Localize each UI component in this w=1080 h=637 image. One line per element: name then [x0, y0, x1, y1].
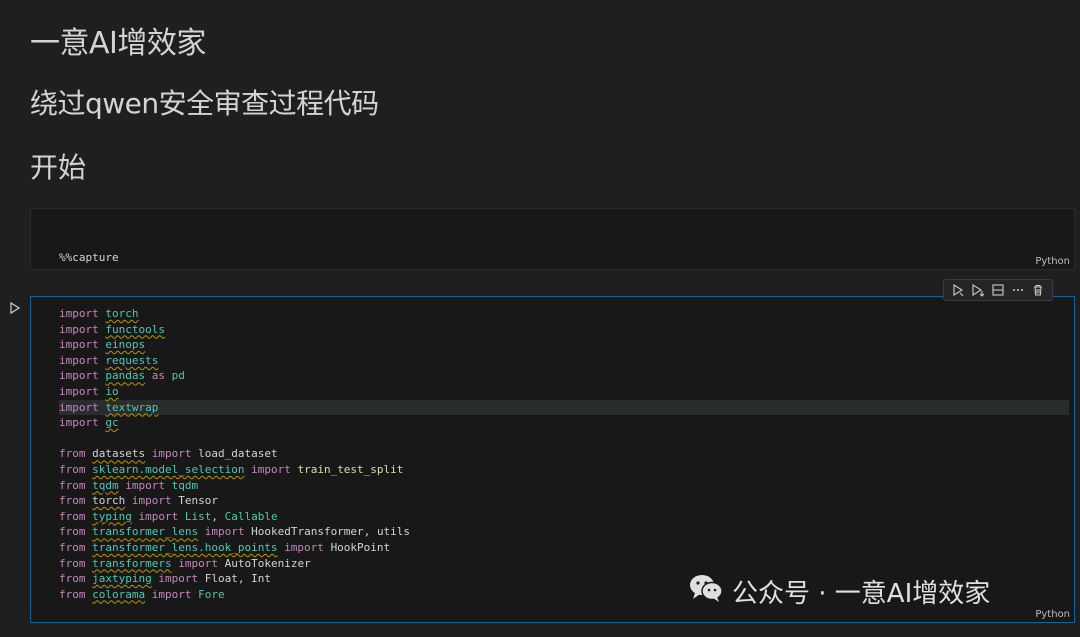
- code-line: %%capture: [59, 251, 119, 265]
- keyword: import: [59, 322, 99, 336]
- code-line: import textwrap: [59, 399, 1069, 416]
- imported-name: HookedTransformer: [251, 525, 364, 539]
- imported-name: Callable: [224, 509, 278, 523]
- imported-name: AutoTokenizer: [224, 556, 311, 570]
- module-name: colorama: [92, 587, 146, 601]
- code-line: from datasets import load_dataset: [59, 446, 1069, 462]
- watermark-text: 公众号 · 一意AI增效家: [732, 579, 991, 609]
- keyword: from: [59, 494, 86, 508]
- module-name: functools: [105, 322, 165, 336]
- keyword: from: [59, 556, 86, 570]
- markdown-title: 一意AI增效家: [30, 26, 206, 61]
- module-name: torch: [105, 307, 139, 320]
- keyword: import: [204, 525, 245, 539]
- imported-name: train_test_split: [297, 462, 404, 476]
- keyword: import: [125, 478, 165, 492]
- code-line: import gc: [59, 415, 1069, 431]
- keyword: import: [151, 587, 192, 601]
- keyword: import: [59, 400, 99, 414]
- keyword: import: [131, 494, 172, 508]
- imported-name: Int: [251, 572, 271, 586]
- keyword: import: [59, 369, 99, 383]
- code-line: from sklearn.model_selection import trai…: [59, 462, 1069, 478]
- code-line: from torch import Tensor: [59, 493, 1069, 509]
- cell-toolbar: [943, 279, 1053, 301]
- code-line: from typing import List, Callable: [59, 509, 278, 523]
- keyword: import: [59, 338, 99, 352]
- execute-above-icon[interactable]: [970, 282, 986, 298]
- keyword: import: [59, 416, 99, 430]
- keyword: from: [59, 587, 86, 601]
- code-line: import torch: [59, 306, 1069, 322]
- delete-cell-icon[interactable]: [1030, 282, 1046, 298]
- code-line: import einops: [59, 337, 1069, 353]
- keyword: import: [178, 556, 218, 570]
- module-name: transformers: [92, 556, 172, 570]
- module-alias: pd: [171, 369, 185, 383]
- code-line: import pandas as pd: [59, 368, 1069, 384]
- module-name: typing: [92, 509, 132, 523]
- keyword: import: [59, 384, 99, 398]
- keyword: from: [59, 462, 86, 476]
- imported-name: Fore: [198, 587, 225, 601]
- code-line: from transformer_lens.hook_points import…: [59, 540, 1069, 556]
- module-name: torch: [92, 494, 126, 508]
- module-name: io: [105, 384, 119, 398]
- imported-name: Tensor: [178, 494, 218, 508]
- keyword: import: [59, 353, 99, 367]
- code-line: import requests: [59, 353, 1069, 369]
- imported-name: utils: [376, 525, 411, 539]
- module-name: sklearn.model_selection: [92, 462, 245, 476]
- code-editor[interactable]: import torch import functools import einop…: [59, 306, 1069, 602]
- keyword: from: [59, 525, 86, 539]
- imported-name: tqdm: [171, 478, 199, 492]
- module-name: jaxtyping: [92, 572, 152, 586]
- keyword: import: [158, 572, 199, 586]
- run-cell-icon[interactable]: [9, 300, 21, 315]
- code-line: import io: [59, 384, 1069, 400]
- keyword: import: [151, 447, 192, 461]
- wechat-watermark: 公众号 · 一意AI增效家: [688, 573, 990, 610]
- module-name: transformer_lens.hook_points: [92, 540, 278, 554]
- split-cell-icon[interactable]: [990, 282, 1006, 298]
- code-line: from transformers import AutoTokenizer: [59, 556, 1069, 572]
- imported-name: load_dataset: [198, 447, 278, 461]
- module-name: datasets: [92, 447, 146, 461]
- cell-language-label[interactable]: Python: [1035, 256, 1070, 267]
- keyword: from: [59, 478, 86, 492]
- imported-name: Float: [204, 572, 238, 586]
- module-name: transformer_lens: [92, 525, 199, 539]
- module-name: einops: [105, 338, 146, 352]
- module-name: tqdm: [92, 478, 119, 492]
- markdown-section-heading: 开始: [30, 151, 87, 184]
- keyword: import: [251, 462, 291, 476]
- code-line: import functools: [59, 322, 1069, 338]
- keyword: from: [59, 572, 86, 586]
- cell-language-label[interactable]: Python: [1035, 609, 1070, 620]
- imported-name: List: [184, 509, 212, 523]
- run-by-line-icon[interactable]: [950, 282, 966, 298]
- module-name: textwrap: [105, 400, 159, 414]
- code-line: from tqdm import tqdm: [59, 478, 1069, 494]
- imported-name: HookPoint: [330, 540, 391, 554]
- module-name: gc: [105, 416, 119, 430]
- wechat-icon: [688, 573, 724, 610]
- keyword: as: [151, 369, 165, 383]
- keyword: import: [284, 540, 324, 554]
- keyword: import: [138, 509, 179, 523]
- module-name: pandas: [105, 369, 146, 383]
- module-name: requests: [105, 353, 159, 367]
- code-cell-install[interactable]: %%capture !pip install transformers tran…: [30, 208, 1075, 311]
- code-line: from transformer_lens import HookedTrans…: [59, 525, 411, 539]
- keyword: from: [59, 447, 86, 461]
- more-actions-icon[interactable]: [1010, 282, 1026, 298]
- keyword: import: [59, 307, 99, 320]
- keyword: from: [59, 540, 86, 554]
- markdown-subtitle: 绕过qwen安全审查过程代码: [30, 87, 379, 120]
- keyword: from: [59, 509, 86, 523]
